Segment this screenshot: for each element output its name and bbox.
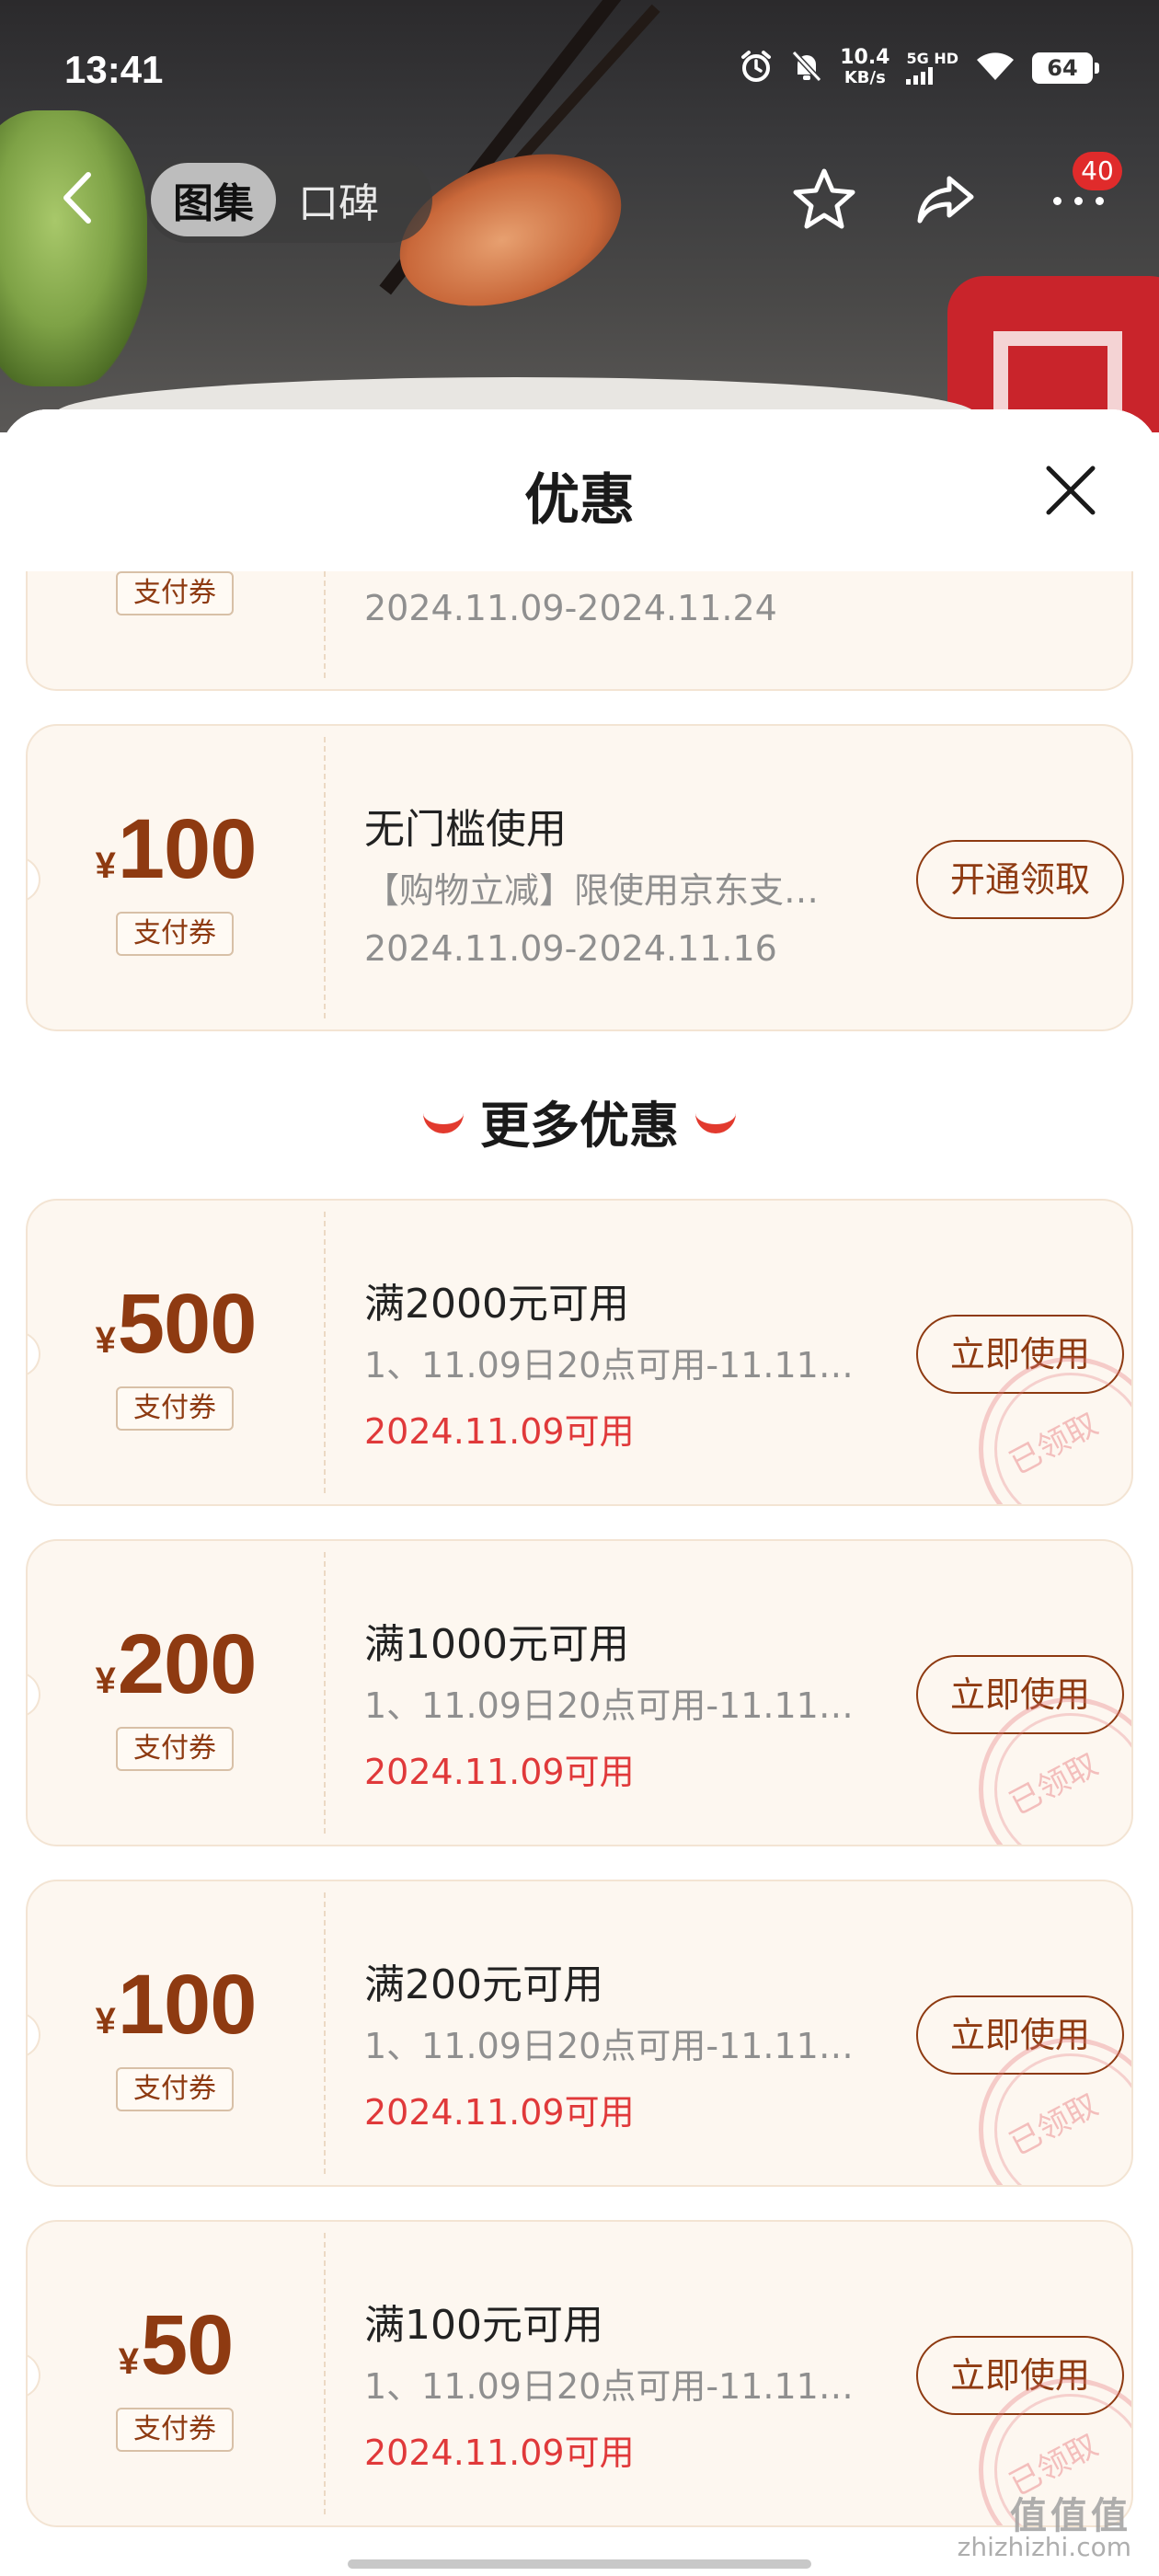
battery-indicator: 64 [1032,52,1099,84]
coupon-tag: 支付券 [116,1386,234,1431]
tab-reviews[interactable]: 口碑 [276,163,401,236]
more-button[interactable]: 40 [1034,152,1122,233]
coupon-title: 无门槛使用 [364,806,567,853]
coupon-card: ¥100 支付券 无门槛使用 【购物立减】限使用京东支… 2024.11.09-… [26,724,1133,1031]
coupon-description: 1、11.09日20点可用-11.11… [364,2026,854,2066]
coupon-title: 满200元可用 [364,1961,603,2008]
watermark: 值值值 zhizhizhi.com [957,2495,1131,2562]
coupon-validity: 2024.11.09可用 [364,1411,635,1452]
status-time: 13:41 [64,48,164,91]
wifi-icon [975,51,1016,86]
coupon-title: 满1000元可用 [364,1621,629,1668]
chevron-left-icon [55,172,101,234]
claim-button[interactable]: 开通领取 [916,840,1124,919]
coupon-tag: 支付券 [116,571,234,615]
sheet-header: 优惠 [0,409,1159,571]
coupon-description: 【购物立减】限使用京东支… [364,870,820,911]
coupon-tag: 支付券 [116,2067,234,2111]
share-icon[interactable] [912,166,979,236]
alarm-icon [739,49,774,87]
coupon-description: 1、11.09日20点可用-11.11… [364,1345,854,1386]
coupon-card: ¥100 支付券 满200元可用 1、11.09日20点可用-11.11… 20… [26,1880,1133,2187]
coupon-validity: 2024.11.09可用 [364,2092,635,2133]
more-offers-heading: 更多优惠 [0,1085,1159,1157]
coupon-validity: 2024.11.09可用 [364,2432,635,2473]
coupon-tag: 支付券 [116,1727,234,1771]
discount-sheet: 优惠 支付券 2024.11.09-2024.11.24 ¥100 支付券 无门… [0,409,1159,2576]
mute-bell-icon [790,49,823,87]
top-nav: 图集 口碑 40 [0,147,1159,248]
sheet-title: 优惠 [524,468,635,533]
home-indicator[interactable] [348,2559,811,2569]
coupon-amount: ¥500 [95,1277,258,1371]
media-tab-switch: 图集 口碑 [145,156,432,243]
status-bar: 13:41 10.4 KB/s 5G HD 64 [0,0,1159,138]
coupon-amount: ¥200 [95,1617,258,1711]
coupon-validity: 2024.11.09-2024.11.16 [364,928,777,969]
coupon-tag: 支付券 [116,2408,234,2452]
tab-gallery[interactable]: 图集 [151,163,276,236]
smile-decoration-icon [695,1113,736,1134]
back-button[interactable] [55,166,110,230]
coupon-validity: 2024.11.09可用 [364,1752,635,1792]
coupon-validity: 2024.11.09-2024.11.24 [364,588,777,628]
coupon-title: 满2000元可用 [364,1281,629,1328]
coupon-card: ¥200 支付券 满1000元可用 1、11.09日20点可用-11.11… 2… [26,1539,1133,1846]
coupon-amount: ¥100 [95,802,258,896]
star-icon[interactable] [791,166,857,236]
coupon-description: 1、11.09日20点可用-11.11… [364,2366,854,2407]
close-button[interactable] [1041,461,1100,520]
cellular-signal-icon: 5G HD [906,52,958,85]
smile-decoration-icon [423,1113,464,1134]
close-icon [1041,466,1100,523]
coupon-title: 满100元可用 [364,2302,603,2349]
coupon-amount: ¥50 [118,2298,235,2392]
coupon-amount: ¥100 [95,1958,258,2052]
coupon-tag: 支付券 [116,912,234,956]
coupon-description: 1、11.09日20点可用-11.11… [364,1685,854,1726]
product-photo: 13:41 10.4 KB/s 5G HD 64 图集 口碑 40 [0,0,1159,432]
notification-badge: 40 [1073,152,1122,190]
network-speed: 10.4 KB/s [840,46,890,88]
coupon-card: ¥500 支付券 满2000元可用 1、11.09日20点可用-11.11… 2… [26,1199,1133,1506]
coupon-card: ¥50 支付券 满100元可用 1、11.09日20点可用-11.11… 202… [26,2220,1133,2527]
